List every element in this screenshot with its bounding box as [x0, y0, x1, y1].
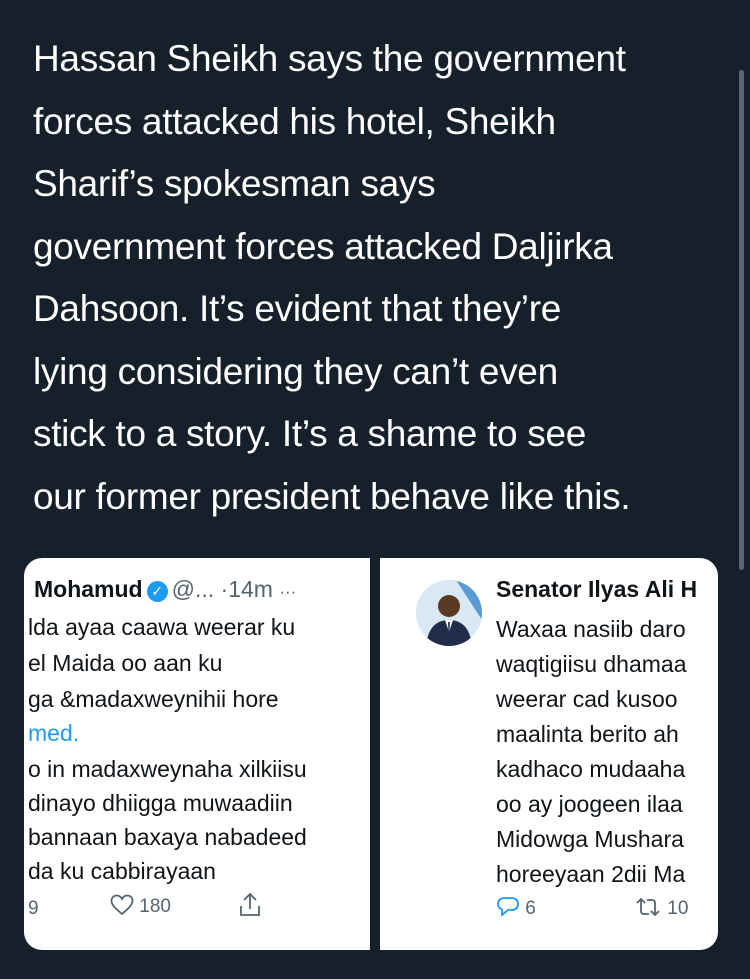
- author-name: Mohamud: [34, 576, 143, 602]
- tweet-line: forces attacked his hotel, Sheikh: [33, 100, 556, 142]
- embedded-tweet-line: lda ayaa caawa weerar ku: [28, 614, 296, 640]
- verified-badge-icon: ✓: [146, 581, 168, 602]
- embedded-tweet-line: da ku cabbirayaan: [28, 858, 216, 884]
- like-count: 180: [139, 896, 171, 917]
- tweet-line: Dahsoon. It’s evident that they’re: [33, 288, 561, 329]
- embedded-tweet-header: Mohamud ✓ @... ·14m ···: [34, 576, 296, 603]
- reply-count: 6: [525, 898, 536, 919]
- tweet-line: our former president behave like this.: [33, 475, 631, 517]
- embedded-tweet-line: maalinta berito ah: [496, 721, 679, 747]
- embedded-tweet-line: waqtigiisu dhamaa: [496, 651, 687, 677]
- embedded-tweet-line: bannaan baxaya nabadeed: [28, 824, 307, 850]
- embedded-tweet-line: dinayo dhiigga muwaadiin: [28, 790, 293, 816]
- reply-action: 6: [496, 896, 536, 920]
- embedded-tweet-line: el Maida oo aan ku: [28, 650, 223, 676]
- tweet-line: Sharif’s spokesman says: [33, 163, 436, 204]
- tweet-line: government forces attacked Daljirka: [33, 225, 613, 267]
- tweet-line: lying considering they can’t even: [33, 350, 558, 392]
- like-action: 180: [110, 894, 171, 918]
- embedded-tweet-line: Waxaa nasiib daro: [496, 616, 686, 642]
- embedded-tweet-line: Midowga Mushara: [496, 826, 684, 852]
- retweet-count: 10: [667, 898, 689, 919]
- reply-count: 9: [28, 898, 39, 919]
- avatar: [416, 580, 482, 646]
- screenshot-image-right[interactable]: Senator Ilyas Ali H Waxaa nasiib daro wa…: [380, 558, 718, 950]
- embedded-tweet-header: Senator Ilyas Ali H: [496, 576, 697, 603]
- screenshot-image-left[interactable]: Mohamud ✓ @... ·14m ··· lda ayaa caawa wee…: [24, 558, 370, 950]
- heart-icon: [110, 894, 134, 916]
- embedded-tweet-line: oo ay joogeen ilaa: [496, 791, 683, 817]
- share-icon: [238, 892, 262, 924]
- retweet-icon: [636, 897, 660, 917]
- embedded-tweet-line: o in madaxweynaha xilkiisu: [28, 756, 307, 782]
- media-grid[interactable]: Mohamud ✓ @... ·14m ··· lda ayaa caawa wee…: [24, 558, 718, 950]
- tweet-time: ·14m: [220, 576, 273, 602]
- embedded-tweet-line: weerar cad kusoo: [496, 686, 678, 712]
- tweet-line: stick to a story. It’s a shame to see: [33, 413, 587, 454]
- embedded-tweet-line: horeeyaan 2dii Ma: [496, 861, 686, 887]
- embedded-tweet-mention: med.: [28, 720, 80, 746]
- more-icon: ···: [279, 582, 297, 601]
- reply-icon: [497, 897, 519, 917]
- scrollbar[interactable]: [739, 70, 744, 570]
- tweet-text: Hassan Sheikh says the government forces…: [33, 28, 723, 528]
- embedded-tweet-line: kadhaco mudaaha: [496, 756, 686, 782]
- retweet-action: 10: [634, 896, 688, 920]
- author-name: Senator Ilyas Ali H: [496, 576, 698, 602]
- embedded-tweet-line: ga &madaxweynihii hore: [28, 686, 279, 712]
- tweet-line: Hassan Sheikh says the government: [33, 38, 626, 79]
- author-handle: @...: [171, 576, 215, 602]
